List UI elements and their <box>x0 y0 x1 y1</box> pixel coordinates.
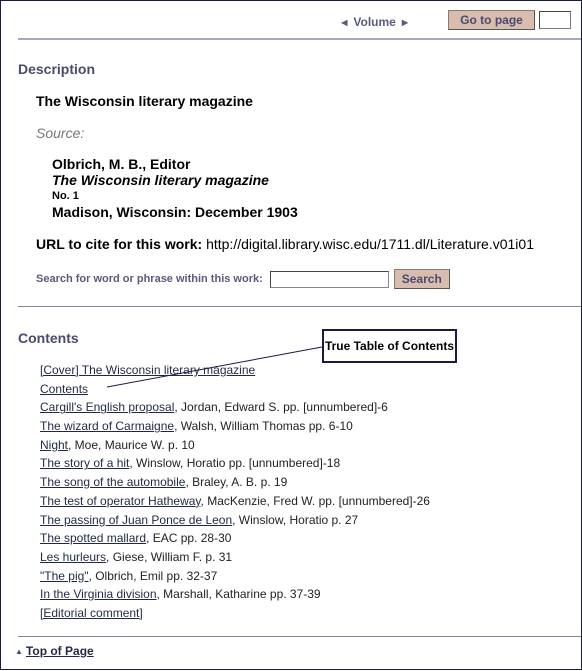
go-to-page-button[interactable]: Go to page <box>448 10 535 30</box>
contents-item: The passing of Juan Ponce de Leon, Winsl… <box>40 511 430 530</box>
search-label: Search for word or phrase within this wo… <box>36 273 263 285</box>
contents-item-details: , EAC pp. 28-30 <box>146 531 232 546</box>
page-number-input[interactable] <box>539 11 571 29</box>
cite-url: http://digital.library.wisc.edu/1711.dl/… <box>206 236 534 252</box>
triangle-up-icon: ▲ <box>15 646 23 656</box>
navigation-bar: ◀ Volume ▶ Go to page <box>335 9 571 31</box>
contents-item: Contents <box>40 380 430 399</box>
cite-url-row: URL to cite for this work: http://digita… <box>36 236 534 252</box>
contents-item: The spotted mallard, EAC pp. 28-30 <box>40 529 430 548</box>
contents-item-details: , Olbrich, Emil pp. 32-37 <box>88 568 218 583</box>
triangle-left-icon[interactable]: ◀ <box>341 18 347 27</box>
annotation-callout: True Table of Contents <box>322 329 457 363</box>
source-publication: The Wisconsin literary magazine <box>52 172 269 188</box>
contents-list: [Cover] The Wisconsin literary magazine C… <box>40 361 430 623</box>
divider <box>18 306 581 307</box>
contents-item-link[interactable]: Contents <box>40 382 88 396</box>
contents-item-details: , MacKenzie, Fred W. pp. [unnumbered]-26 <box>200 493 430 508</box>
contents-item-details: , Winslow, Horatio p. 27 <box>232 512 359 527</box>
source-editor: Olbrich, M. B., Editor <box>52 156 191 172</box>
contents-item-link[interactable]: In the Virginia division <box>40 587 157 601</box>
contents-item: Night, Moe, Maurice W. p. 10 <box>40 436 430 455</box>
contents-item-details: , Braley, A. B. p. 19 <box>185 475 288 490</box>
contents-item-link[interactable]: Night <box>40 438 68 452</box>
contents-item-link[interactable]: The song of the automobile <box>40 475 185 489</box>
cite-label: URL to cite for this work: <box>36 236 203 252</box>
volume-label: Volume <box>353 15 396 29</box>
contents-heading: Contents <box>18 330 79 346</box>
search-within-work: Search for word or phrase within this wo… <box>36 269 450 289</box>
search-input[interactable] <box>269 270 389 288</box>
contents-item: [Cover] The Wisconsin literary magazine <box>40 361 430 380</box>
contents-item: Cargill's English proposal, Jordan, Edwa… <box>40 398 430 417</box>
contents-item-link[interactable]: Les hurleurs <box>40 550 106 564</box>
contents-item-link[interactable]: The test of operator Hatheway <box>40 494 201 508</box>
contents-item-link[interactable]: The spotted mallard <box>40 531 146 545</box>
source-place-date: Madison, Wisconsin: December 1903 <box>52 204 298 220</box>
contents-item-details: , Giese, William F. p. 31 <box>106 549 233 564</box>
contents-item-link[interactable]: Cargill's English proposal <box>40 400 174 414</box>
contents-item: [Editorial comment] <box>40 604 430 623</box>
contents-item-link[interactable]: [Cover] The Wisconsin literary magazine <box>40 363 255 377</box>
contents-item-link[interactable]: The wizard of Carmaigne <box>40 419 174 433</box>
triangle-right-icon[interactable]: ▶ <box>402 18 408 27</box>
search-button[interactable]: Search <box>393 269 450 289</box>
contents-item: The song of the automobile, Braley, A. B… <box>40 473 430 492</box>
divider <box>18 38 581 40</box>
divider <box>18 636 581 637</box>
contents-item-details: , Marshall, Katharine pp. 37-39 <box>156 587 321 602</box>
contents-item: The test of operator Hatheway, MacKenzie… <box>40 492 430 511</box>
description-heading: Description <box>18 61 96 77</box>
page-frame: ◀ Volume ▶ Go to page Description The Wi… <box>0 0 582 670</box>
top-of-page: ▲ Top of Page <box>15 644 94 658</box>
source-label: Source: <box>36 125 85 141</box>
contents-item-details: , Walsh, William Thomas pp. 6-10 <box>174 419 353 434</box>
contents-item-link[interactable]: [Editorial comment] <box>40 606 143 620</box>
contents-item: In the Virginia division, Marshall, Kath… <box>40 585 430 604</box>
top-of-page-link[interactable]: Top of Page <box>26 644 94 658</box>
contents-item: Les hurleurs, Giese, William F. p. 31 <box>40 548 430 567</box>
source-issue: No. 1 <box>52 190 79 202</box>
contents-item: "The pig", Olbrich, Emil pp. 32-37 <box>40 567 430 586</box>
contents-item-link[interactable]: "The pig" <box>40 569 89 583</box>
contents-item-details: , Jordan, Edward S. pp. [unnumbered]-6 <box>174 400 388 415</box>
contents-item-link[interactable]: The passing of Juan Ponce de Leon <box>40 513 232 527</box>
contents-item-details: , Moe, Maurice W. p. 10 <box>68 437 195 452</box>
contents-item-details: , Winslow, Horatio pp. [unnumbered]-18 <box>129 456 341 471</box>
contents-item-link[interactable]: The story of a hit <box>40 456 129 470</box>
contents-item: The wizard of Carmaigne, Walsh, William … <box>40 417 430 436</box>
work-title: The Wisconsin literary magazine <box>36 93 253 109</box>
volume-navigation: ◀ Volume ▶ <box>335 15 414 29</box>
source-details: Olbrich, M. B., Editor The Wisconsin lit… <box>52 156 298 220</box>
contents-item: The story of a hit, Winslow, Horatio pp.… <box>40 454 430 473</box>
